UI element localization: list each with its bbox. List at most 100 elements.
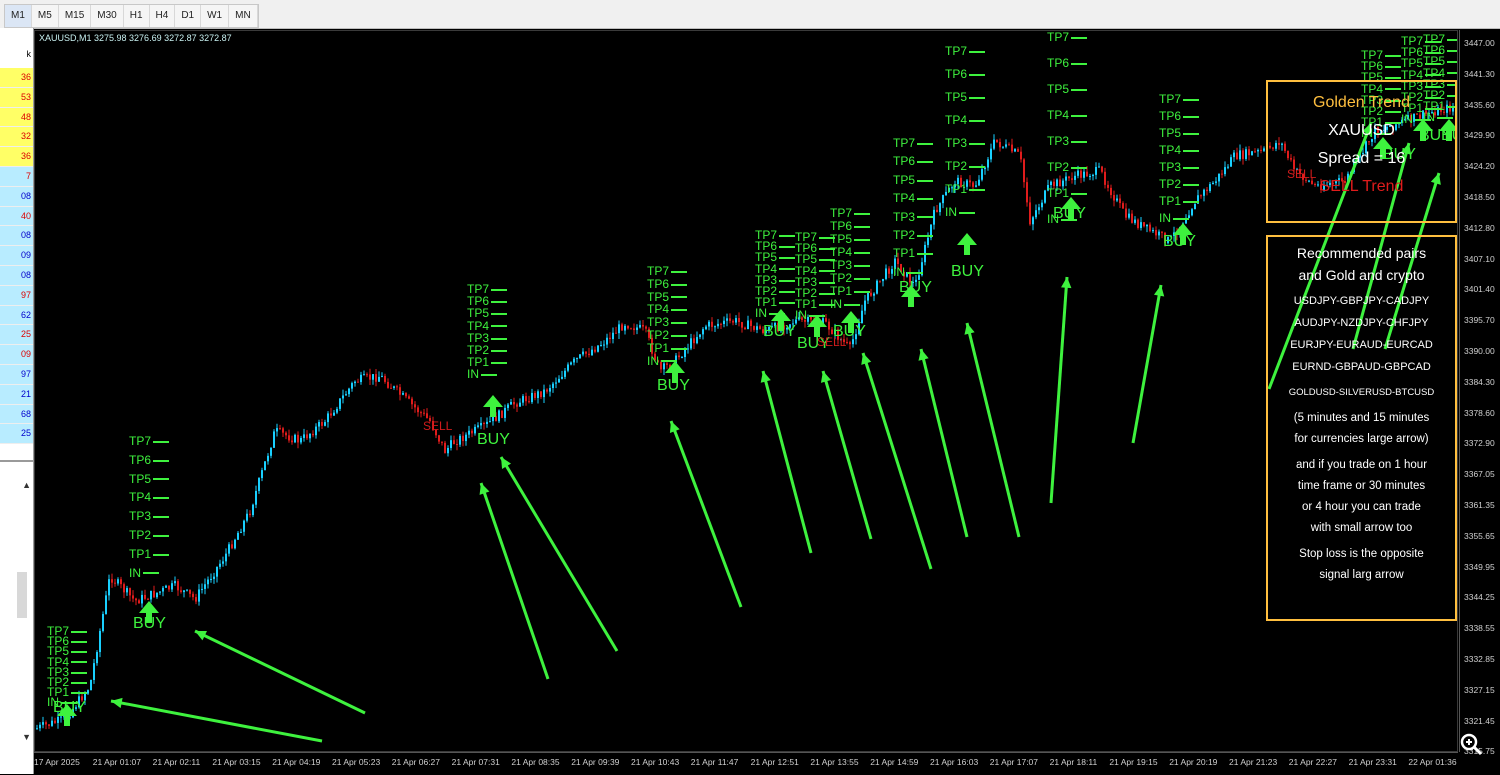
zoom-magnifier-icon[interactable] (1458, 731, 1484, 757)
candle-body (489, 421, 491, 423)
tp-level-label: TP1 (129, 548, 169, 560)
candle-body (624, 325, 626, 331)
candle-body (1068, 176, 1070, 179)
market-watch-row[interactable]: 09 (0, 345, 33, 365)
candle-body (525, 396, 527, 402)
sell-signal-label: SELL (423, 419, 453, 433)
market-watch-row[interactable]: 7 (0, 166, 33, 187)
candle-body (1155, 229, 1157, 236)
tf-m5-button[interactable]: M5 (32, 5, 59, 27)
buy-arrow-stem (964, 245, 970, 255)
tf-m30-button[interactable]: M30 (91, 5, 124, 27)
time-tick-label: 21 Apr 05:23 (332, 757, 381, 767)
price-tick-label: 3441.30 (1464, 68, 1495, 79)
tf-mn-button[interactable]: MN (229, 5, 258, 27)
market-watch-row[interactable]: 08 (0, 265, 33, 286)
time-tick-label: 21 Apr 21:23 (1229, 757, 1278, 767)
tf-w1-button[interactable]: W1 (201, 5, 230, 27)
market-watch-row[interactable]: 48 (0, 107, 33, 128)
tp-level-label: TP6 (1159, 110, 1199, 122)
candle-body (309, 433, 311, 439)
market-watch-row[interactable]: 68 (0, 404, 33, 425)
candle-body (51, 720, 53, 726)
market-watch-row[interactable]: 32 (0, 127, 33, 148)
candle-body (366, 374, 368, 376)
tp-level-label: TP5 (1159, 127, 1199, 139)
candle-body (405, 393, 407, 397)
navigator-down-arrow-icon[interactable]: ▼ (22, 732, 31, 742)
tp-level-label: TP5 (830, 233, 870, 245)
market-watch-row[interactable]: 40 (0, 206, 33, 227)
tf-h1-button[interactable]: H1 (124, 5, 150, 27)
candle-body (447, 447, 449, 454)
buy-arrow-stem (64, 716, 70, 726)
market-watch-row[interactable]: 53 (0, 87, 33, 108)
market-watch-row[interactable]: 25 (0, 424, 33, 445)
candle-body (579, 354, 581, 359)
tf-d1-button[interactable]: D1 (175, 5, 202, 27)
candle-body (723, 320, 725, 324)
market-watch-row[interactable]: 97 (0, 364, 33, 385)
pointer-arrow (861, 352, 933, 570)
candle-body (1203, 189, 1205, 196)
candle-body (183, 590, 185, 593)
candle-body (321, 422, 323, 426)
market-watch-row[interactable]: 09 (0, 246, 33, 266)
timeframe-bar: M1 M5 M15 M30 H1 H4 D1 W1 MN (4, 4, 259, 28)
candle-body (531, 392, 533, 403)
tp-level-label: TP4 (830, 246, 870, 258)
candle-body (354, 381, 356, 384)
market-watch-row[interactable]: 21 (0, 384, 33, 405)
tf-m1-button[interactable]: M1 (5, 5, 32, 27)
candle-body (222, 561, 224, 564)
candle-body (372, 374, 374, 380)
candle-body (1152, 229, 1154, 232)
candle-body (291, 440, 293, 443)
market-watch-row[interactable]: 36 (0, 147, 33, 167)
buy-signal-label: BUY (1163, 233, 1196, 250)
candle-body (708, 321, 710, 327)
market-watch-row[interactable]: 62 (0, 305, 33, 326)
market-watch-row[interactable]: 97 (0, 285, 33, 306)
candle-body (1212, 182, 1214, 185)
pointer-arrow (194, 629, 366, 715)
tp-level-label: TP6 (1047, 57, 1087, 69)
tp-level-label: TP6 (129, 454, 169, 466)
market-watch-row[interactable]: 08 (0, 226, 33, 247)
candle-body (582, 351, 584, 355)
rec-note-2: for currencies large arrow) (1294, 433, 1429, 445)
candle-body (114, 582, 116, 584)
candle-body (444, 442, 446, 454)
pointer-arrow (499, 456, 619, 652)
candle-body (1119, 198, 1121, 204)
market-watch-row[interactable]: 36 (0, 68, 33, 88)
candle-body (264, 461, 266, 471)
price-tick-label: 3378.60 (1464, 407, 1495, 418)
tp-level-label: TP7 (1159, 93, 1199, 105)
candle-body (225, 553, 227, 562)
candle-body (555, 382, 557, 384)
buy-arrow-stem (490, 407, 496, 417)
rec-pair-1: USDJPY-GBPJPY-CADJPY (1293, 295, 1430, 307)
tf-h4-button[interactable]: H4 (150, 5, 176, 27)
buy-arrow-icon (139, 601, 159, 613)
candle-body (1038, 207, 1040, 211)
candle-body (597, 345, 599, 352)
candle-body (102, 614, 104, 631)
navigator-up-arrow-icon[interactable]: ▲ (22, 480, 31, 490)
tf-m15-button[interactable]: M15 (59, 5, 92, 27)
candle-body (120, 579, 122, 585)
market-watch-row[interactable]: 25 (0, 325, 33, 346)
tp-level-label: TP4 (467, 320, 507, 332)
candle-body (105, 595, 107, 615)
price-chart[interactable]: XAUUSD,M1 3275.98 3276.69 3272.87 3272.8… (34, 30, 1458, 752)
candle-body (339, 398, 341, 409)
tp-level-label: TP2 (830, 272, 870, 284)
candle-body (522, 396, 524, 403)
candle-body (336, 408, 338, 413)
market-watch-row[interactable]: 08 (0, 186, 33, 207)
navigator-scrollbar[interactable] (17, 572, 27, 618)
pointer-arrowhead (1061, 277, 1072, 289)
candle-body (45, 722, 47, 725)
buy-signal-label: BUY (657, 377, 690, 394)
